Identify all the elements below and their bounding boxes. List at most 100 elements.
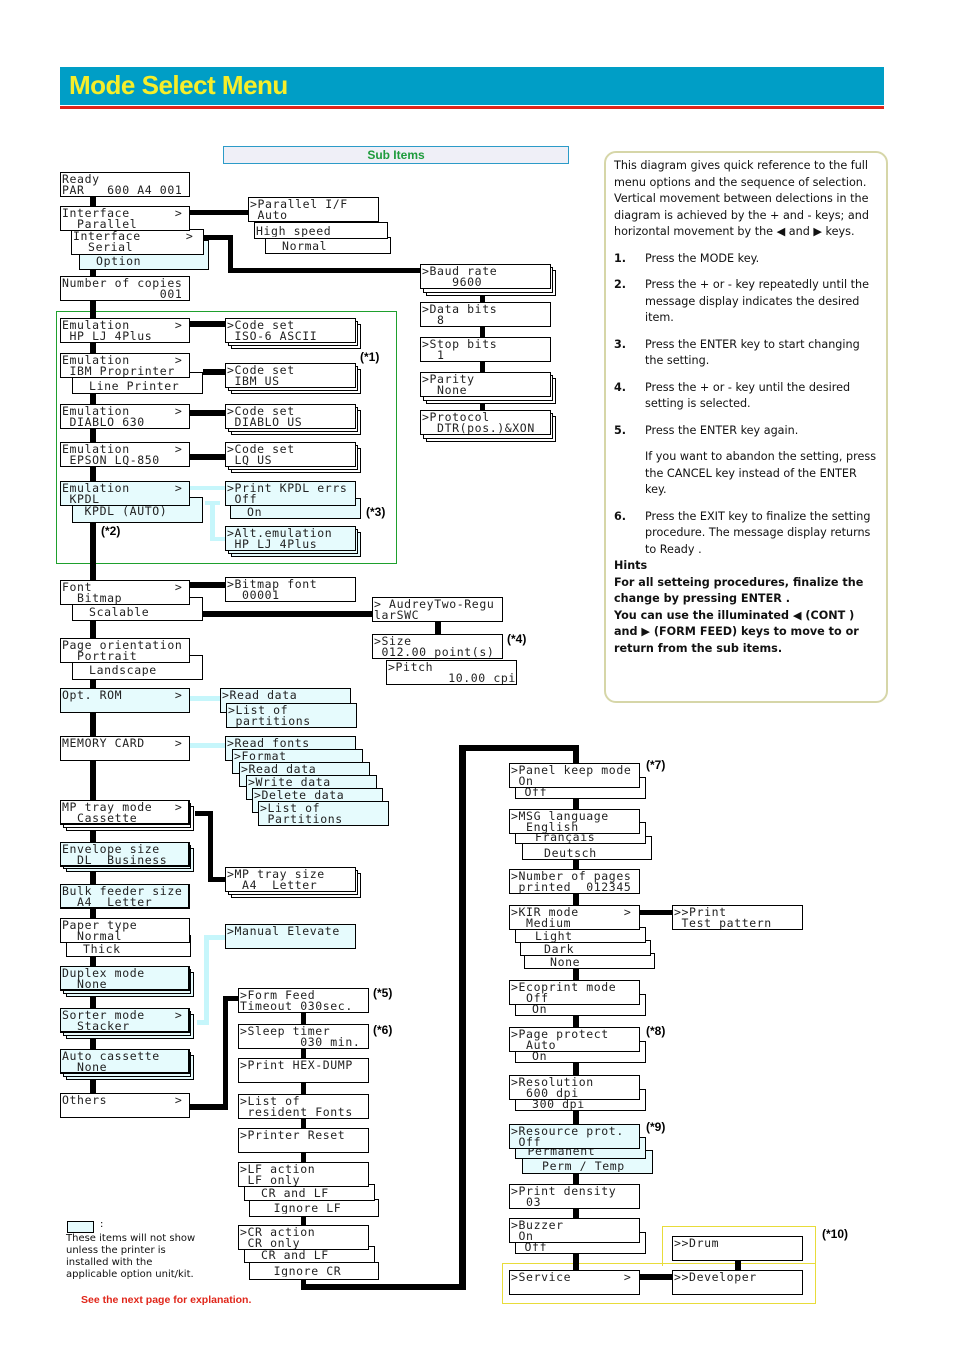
connector <box>190 321 226 327</box>
lcd-mc-list-partitions[interactable]: >List of Partitions <box>258 801 389 826</box>
lcd-emulation-epson[interactable]: Emulation > EPSON LQ-850 <box>60 442 190 467</box>
note-2: (*2) <box>101 524 121 538</box>
lcd-lf-ignore[interactable]: Ignore LF <box>249 1199 379 1217</box>
lcd-mp-tray-size[interactable]: >MP tray size A4 Letter <box>225 867 356 892</box>
note-4: (*4) <box>507 632 527 646</box>
lcd-parallel-normal[interactable]: Normal <box>265 237 391 254</box>
lcd-print-density[interactable]: >Print density 03 <box>509 1184 640 1209</box>
lcd-stop-bits[interactable]: >Stop bits 1 <box>420 337 551 362</box>
connector <box>459 745 466 1290</box>
note-7: (*7) <box>646 758 666 772</box>
lcd-code-set-diablo[interactable]: >Code set DIABLO US <box>225 404 356 429</box>
title-bar: Mode Select Menu <box>60 67 884 105</box>
lcd-emulation-ibm[interactable]: Emulation > IBM Proprinter <box>60 353 190 378</box>
connector <box>639 1274 672 1280</box>
lcd-msg-language[interactable]: >MSG language English <box>509 809 640 834</box>
lcd-service[interactable]: >Service > <box>509 1270 640 1295</box>
lcd-manual-elevate[interactable]: >Manual Elevate <box>225 924 356 949</box>
lcd-bitmap-font[interactable]: >Bitmap font 00001 <box>225 577 356 602</box>
lcd-parallel-if[interactable]: >Parallel I/F Auto <box>248 197 379 222</box>
note-6: (*6) <box>373 1023 393 1037</box>
lcd-list-partitions[interactable]: >List of partitions <box>226 703 357 728</box>
legend-text: These items will not show unless the pri… <box>66 1233 196 1280</box>
lcd-pitch[interactable]: >Pitch 10.00 cpi <box>386 660 517 685</box>
step-number: 6. <box>614 509 627 523</box>
lcd-bulk-feeder-size[interactable]: Bulk feeder size A4 Letter <box>60 884 190 909</box>
lcd-kir-mode[interactable]: >KIR mode > Medium <box>509 905 640 930</box>
lcd-resource-prot[interactable]: >Resource prot. Off <box>509 1124 640 1149</box>
lcd-envelope-size[interactable]: Envelope size DL Business <box>60 842 190 867</box>
step-number: 5. <box>614 423 627 437</box>
lcd-sorter-mode[interactable]: Sorter mode > Stacker <box>60 1008 190 1033</box>
lcd-others[interactable]: Others > <box>60 1093 190 1118</box>
lcd-interface-serial[interactable]: Interface > Serial <box>71 229 204 255</box>
step-text: Press the + or - key until the desired s… <box>645 380 851 411</box>
connector <box>301 1284 466 1290</box>
lcd-code-set-epson[interactable]: >Code set LQ US <box>225 442 356 467</box>
hints-title: Hints <box>614 559 648 572</box>
lcd-cr-ignore[interactable]: Ignore CR <box>249 1262 379 1280</box>
note-3: (*3) <box>366 505 386 519</box>
step-text: Press the EXIT key to finalize the setti… <box>645 509 871 556</box>
lcd-code-set-hp[interactable]: >Code set ISO-6 ASCII <box>225 318 356 343</box>
lcd-list-resident-fonts[interactable]: >List of resident Fonts <box>238 1094 369 1119</box>
lcd-paper-type[interactable]: Paper type Normal <box>60 918 190 943</box>
lcd-ready[interactable]: Ready PAR 600 A4 001 <box>60 172 190 197</box>
step-number <box>614 449 645 499</box>
lcd-panel-keep-mode[interactable]: >Panel keep mode On <box>509 763 640 788</box>
lcd-emulation-diablo[interactable]: Emulation > DIABLO 630 <box>60 404 190 429</box>
note-10: (*10) <box>822 1227 849 1241</box>
sub-items-header: Sub Items <box>223 146 569 164</box>
lcd-buzzer[interactable]: >Buzzer On <box>509 1218 640 1243</box>
lcd-memory-card[interactable]: MEMORY CARD > <box>60 736 190 761</box>
info-intro: This diagram gives quick reference to th… <box>614 159 869 238</box>
option-connector <box>204 935 209 1025</box>
lcd-parallel-high[interactable]: High speed <box>254 222 388 239</box>
lcd-drum[interactable]: >>Drum <box>672 1236 803 1261</box>
lcd-printer-reset[interactable]: >Printer Reset <box>238 1128 369 1153</box>
lcd-lf-action[interactable]: >LF action LF only <box>238 1162 369 1187</box>
lcd-page-protect[interactable]: >Page protect Auto <box>509 1027 640 1052</box>
legend-colon: : <box>100 1219 104 1230</box>
lcd-emulation-hp[interactable]: Emulation > HP LJ 4Plus <box>60 318 190 343</box>
lcd-print-test-pattern[interactable]: >>Print Test pattern <box>672 905 803 930</box>
lcd-interface-parallel[interactable]: Interface > Parallel <box>60 206 190 231</box>
lcd-duplex-mode[interactable]: Duplex mode None <box>60 966 190 991</box>
lcd-ecoprint-mode[interactable]: >Ecoprint mode Off <box>509 980 640 1005</box>
option-connector <box>204 935 226 940</box>
lcd-code-set-ibm[interactable]: >Code set IBM US <box>225 363 356 388</box>
lcd-baud-rate[interactable]: >Baud rate 9600 <box>420 264 551 289</box>
lcd-print-kpdl-errs[interactable]: >Print KPDL errs Off <box>225 481 356 506</box>
page-title: Mode Select Menu <box>69 70 288 100</box>
step-3: 3. Press the ENTER key to start changing … <box>614 337 881 370</box>
lcd-alt-emulation[interactable]: >Alt.emulation HP LJ 4Plus <box>225 526 356 551</box>
connector <box>190 582 226 588</box>
step-4: 4. Press the + or - key until the desired… <box>614 380 881 413</box>
step-number: 4. <box>614 380 627 394</box>
lcd-mp-tray-mode[interactable]: MP tray mode > Cassette <box>60 800 190 825</box>
lcd-opt-rom[interactable]: Opt. ROM > <box>60 688 190 713</box>
lcd-resolution[interactable]: >Resolution 600 dpi <box>509 1075 640 1100</box>
lcd-protocol[interactable]: >Protocol DTR(pos.)&XON <box>420 410 551 435</box>
lcd-copies[interactable]: Number of copies 001 <box>60 276 190 301</box>
lcd-scalable-font[interactable]: > AudreyTwo-Regu larSWC <box>372 597 503 622</box>
lcd-form-feed-timeout[interactable]: >Form Feed Timeout 030sec. <box>238 988 369 1013</box>
lcd-orientation[interactable]: Page orientation Portrait <box>60 638 190 663</box>
lcd-print-hex-dump[interactable]: >Print HEX-DUMP <box>238 1058 369 1083</box>
lcd-emulation-kpdl[interactable]: Emulation > KPDL <box>60 481 190 506</box>
step-text: Press the + or - key repeatedly until th… <box>645 278 870 324</box>
lcd-pages-printed[interactable]: >Number of pages printed 012345 <box>509 869 640 894</box>
option-connector <box>190 743 226 748</box>
lcd-size[interactable]: >Size 012.00 point(s) <box>372 634 503 659</box>
lcd-auto-cassette[interactable]: Auto cassette None <box>60 1049 190 1074</box>
note-5: (*5) <box>373 986 393 1000</box>
lcd-sleep-timer[interactable]: >Sleep timer 030 min. <box>238 1024 369 1049</box>
connector <box>639 910 672 915</box>
step-text: Press the MODE key. <box>645 251 760 265</box>
lcd-cr-action[interactable]: >CR action CR only <box>238 1225 369 1250</box>
lcd-font-bitmap[interactable]: Font > Bitmap <box>60 580 190 605</box>
option-connector <box>210 501 215 541</box>
lcd-developer[interactable]: >>Developer <box>672 1270 803 1295</box>
lcd-data-bits[interactable]: >Data bits 8 <box>420 302 551 327</box>
lcd-parity[interactable]: >Parity None <box>420 372 551 397</box>
